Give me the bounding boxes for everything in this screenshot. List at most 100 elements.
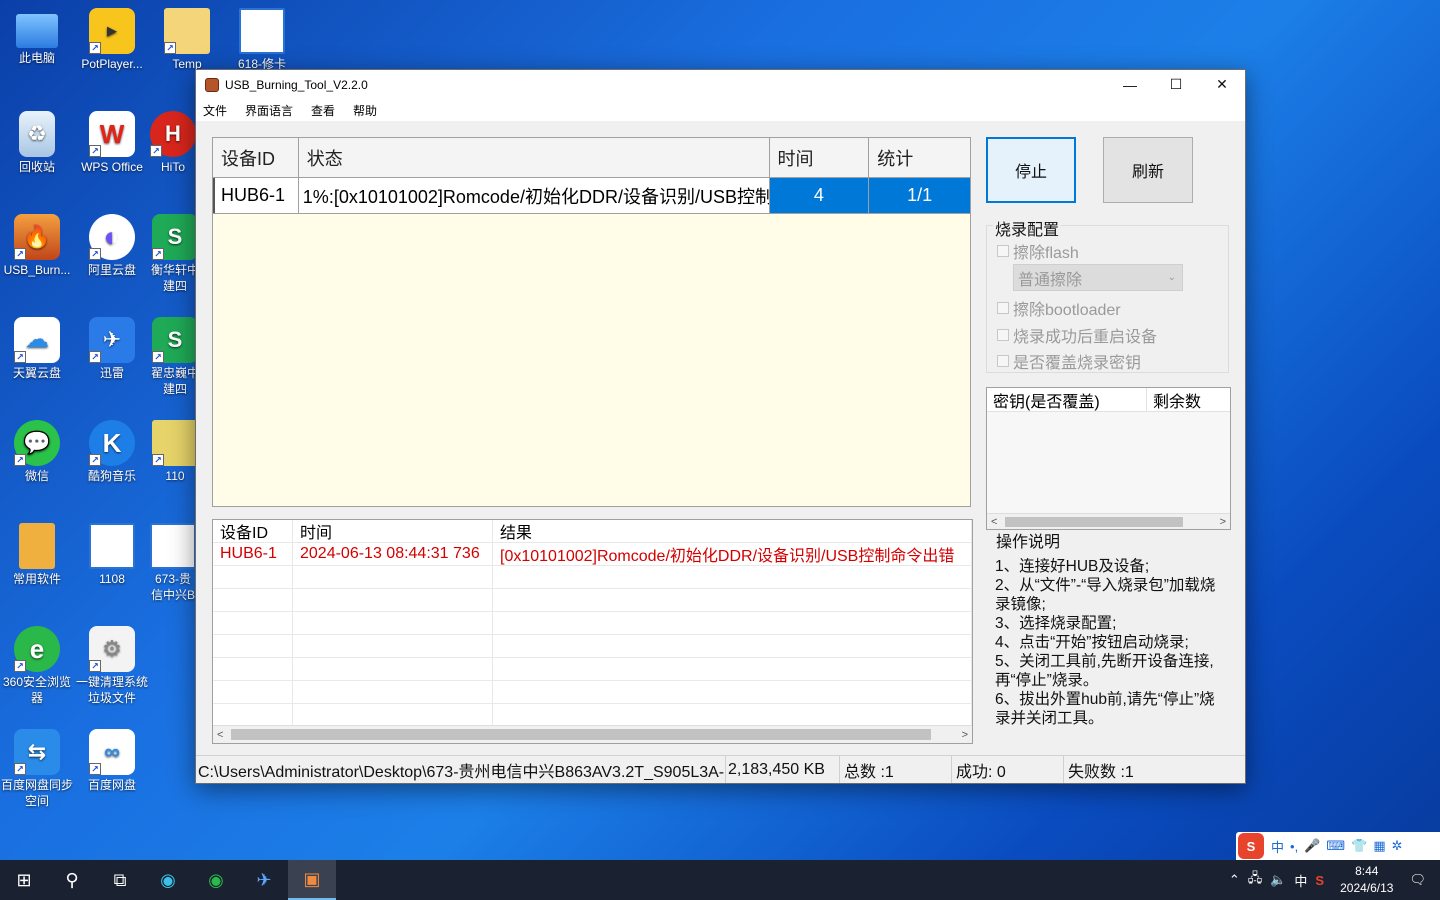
360-browser-taskbar-icon[interactable]: ◉	[192, 860, 240, 900]
device-status-text: 1%:[0x10101002]Romcode/初始化DDR/设备识别/USB控制…	[302, 186, 769, 207]
desktop-icon-baidu-netdisk[interactable]: ∞ ↗ 百度网盘	[75, 729, 149, 793]
toolbox-icon[interactable]: ▦	[1373, 838, 1385, 854]
instructions-title: 操作说明	[994, 533, 1063, 552]
instruction-line: 5、关闭工具前,先断开设备连接,再“停止”烧录。	[995, 653, 1214, 689]
usb-burning-tool-window: USB_Burning_Tool_V2.2.0 — ☐ ✕ 文件 界面语言 查看…	[195, 69, 1246, 784]
chevron-up-icon[interactable]: ⌃	[1229, 872, 1240, 888]
desktop-icon-aliyun[interactable]: ◐ ↗ 阿里云盘	[75, 214, 149, 278]
ime-toolbar[interactable]: S 中 •, 🎤 ⌨ 👕 ▦ ✲	[1236, 832, 1440, 860]
folder-icon: ↗	[164, 8, 210, 54]
skin-icon[interactable]: 👕	[1351, 838, 1367, 854]
desktop-icon-360browser[interactable]: e ↗ 360安全浏览器	[0, 626, 74, 706]
desktop-icon-wps[interactable]: W ↗ WPS Office	[75, 111, 149, 175]
scroll-left-arrow[interactable]: <	[991, 516, 997, 528]
punctuation-icon[interactable]: •,	[1290, 839, 1298, 854]
keys-horizontal-scrollbar[interactable]: < >	[987, 513, 1230, 529]
status-success: 成功: 0	[952, 756, 1064, 783]
desktop-icon-kugou[interactable]: K ↗ 酷狗音乐	[75, 420, 149, 484]
keys-header: 密钥(是否覆盖) 剩余数	[987, 388, 1230, 412]
menu-language[interactable]: 界面语言	[242, 100, 296, 121]
settings-icon[interactable]: ✲	[1392, 838, 1403, 854]
scroll-thumb[interactable]	[231, 729, 931, 740]
log-col-time[interactable]: 时间	[293, 520, 493, 542]
spreadsheet-icon: S ↗	[152, 214, 198, 260]
notification-icon[interactable]: 🗨	[1409, 872, 1426, 888]
log-time: 2024-06-13 08:44:31 736	[293, 543, 493, 565]
stop-button[interactable]: 停止	[986, 137, 1076, 203]
microphone-icon[interactable]: 🎤	[1304, 838, 1320, 854]
desktop-icon-baidu-sync[interactable]: ⇆ ↗ 百度网盘同步空间	[0, 729, 74, 809]
erase-flash-checkbox[interactable]: 擦除flash	[997, 239, 1079, 263]
checkbox-box	[997, 245, 1009, 257]
device-row[interactable]: HUB6-1 1%:[0x10101002]Romcode/初始化DDR/设备识…	[213, 178, 970, 214]
xunlei-taskbar-icon[interactable]: ✈	[240, 860, 288, 900]
erase-bootloader-checkbox[interactable]: 擦除bootloader	[997, 296, 1121, 320]
desktop-icon-cleanup[interactable]: ⚙ ↗ 一键清理系统垃圾文件	[75, 626, 149, 706]
desktop-icon-tianyi[interactable]: ☁ ↗ 天翼云盘	[0, 317, 74, 381]
col-status[interactable]: 状态	[299, 138, 770, 177]
scroll-right-arrow[interactable]: >	[962, 729, 968, 741]
desktop-icon-wechat[interactable]: 💬 ↗ 微信	[0, 420, 74, 484]
desktop-icon-sheet-2[interactable]: S ↗ 翟忠巍中建四	[150, 317, 200, 397]
desktop-icon-temp[interactable]: ↗ Temp	[150, 8, 224, 72]
minimize-button[interactable]: —	[1107, 70, 1153, 99]
log-row-empty	[213, 612, 972, 635]
desktop-icon-label: 110	[165, 469, 185, 483]
overwrite-key-checkbox[interactable]: 是否覆盖烧录密钥	[997, 349, 1141, 373]
desktop-icon-xunlei[interactable]: ✈ ↗ 迅雷	[75, 317, 149, 381]
menu-view[interactable]: 查看	[308, 100, 338, 121]
desktop-icon-this-pc[interactable]: 此电脑	[0, 8, 74, 66]
maximize-button[interactable]: ☐	[1153, 70, 1199, 99]
col-time[interactable]: 时间	[770, 138, 870, 177]
desktop-icon-recycle-bin[interactable]: ♻ 回收站	[0, 111, 74, 175]
desktop-icon-common-software[interactable]: 常用软件	[0, 523, 74, 587]
keys-col-remaining[interactable]: 剩余数	[1147, 388, 1230, 411]
desktop-icon-110[interactable]: ↗ 110	[150, 420, 200, 484]
folder-icon	[19, 523, 55, 569]
task-view-icon[interactable]: ⧉	[96, 860, 144, 900]
sogou-tray-icon[interactable]: S	[1315, 873, 1324, 888]
desktop-icon-hito[interactable]: H ↗ HiTo	[150, 111, 196, 175]
erase-mode-select[interactable]: 普通擦除 ⌄	[1013, 264, 1183, 291]
menu-file[interactable]: 文件	[200, 100, 230, 121]
scroll-thumb[interactable]	[1005, 516, 1183, 527]
device-id-cell: HUB6-1	[213, 178, 299, 213]
tray-language[interactable]: 中	[1294, 871, 1307, 890]
col-count[interactable]: 统计	[869, 138, 970, 177]
desktop-icon-potplayer[interactable]: ▶ ↗ PotPlayer...	[75, 8, 149, 72]
title-bar[interactable]: USB_Burning_Tool_V2.2.0 — ☐ ✕	[196, 70, 1245, 99]
reboot-after-checkbox[interactable]: 烧录成功后重启设备	[997, 323, 1157, 347]
log-row-empty	[213, 681, 972, 704]
volume-icon[interactable]: 🔈	[1270, 872, 1286, 888]
log-horizontal-scrollbar[interactable]: < >	[213, 725, 972, 743]
usb-burning-taskbar-icon[interactable]: ▣	[288, 860, 336, 900]
clock[interactable]: 8:44 2024/6/13	[1340, 863, 1393, 897]
log-row[interactable]: HUB6-1 2024-06-13 08:44:31 736 [0x101010…	[213, 543, 972, 566]
keys-col-key[interactable]: 密钥(是否覆盖)	[987, 388, 1147, 411]
desktop-icon-sheet-1[interactable]: S ↗ 衡华轩中建四	[150, 214, 200, 294]
instructions-group: 操作说明 1、连接好HUB及设备; 2、从“文件”-“导入烧录包”加载烧录镜像;…	[986, 533, 1231, 743]
desktop-icon-label: 阿里云盘	[87, 263, 136, 277]
desktop-icon-1108[interactable]: 1108	[75, 523, 149, 587]
ime-language[interactable]: 中	[1271, 837, 1284, 856]
erase-mode-value: 普通擦除	[1018, 271, 1083, 289]
search-icon[interactable]: ⚲	[48, 860, 96, 900]
folder-icon: ↗	[152, 420, 198, 466]
scroll-right-arrow[interactable]: >	[1220, 516, 1226, 528]
close-button[interactable]: ✕	[1199, 70, 1245, 99]
keyboard-icon[interactable]: ⌨	[1326, 838, 1345, 854]
refresh-button[interactable]: 刷新	[1103, 137, 1193, 203]
menu-help[interactable]: 帮助	[350, 100, 380, 121]
col-device-id[interactable]: 设备ID	[213, 138, 299, 177]
desktop-icon-label: 常用软件	[12, 572, 61, 586]
scroll-left-arrow[interactable]: <	[217, 729, 223, 741]
desktop-icon-673[interactable]: 673-贵信中兴B	[150, 523, 196, 603]
tianyi-cloud-icon: ☁ ↗	[14, 317, 60, 363]
edge-icon[interactable]: ◉	[144, 860, 192, 900]
desktop-icon-usb-burning[interactable]: 🔥 ↗ USB_Burn...	[0, 214, 74, 278]
desktop-icon-618[interactable]: 618-修卡	[225, 8, 299, 72]
log-col-device-id[interactable]: 设备ID	[213, 520, 293, 542]
network-icon[interactable]: 🖧	[1248, 869, 1263, 891]
start-button[interactable]: ⊞	[0, 860, 48, 900]
log-col-result[interactable]: 结果	[493, 520, 972, 542]
